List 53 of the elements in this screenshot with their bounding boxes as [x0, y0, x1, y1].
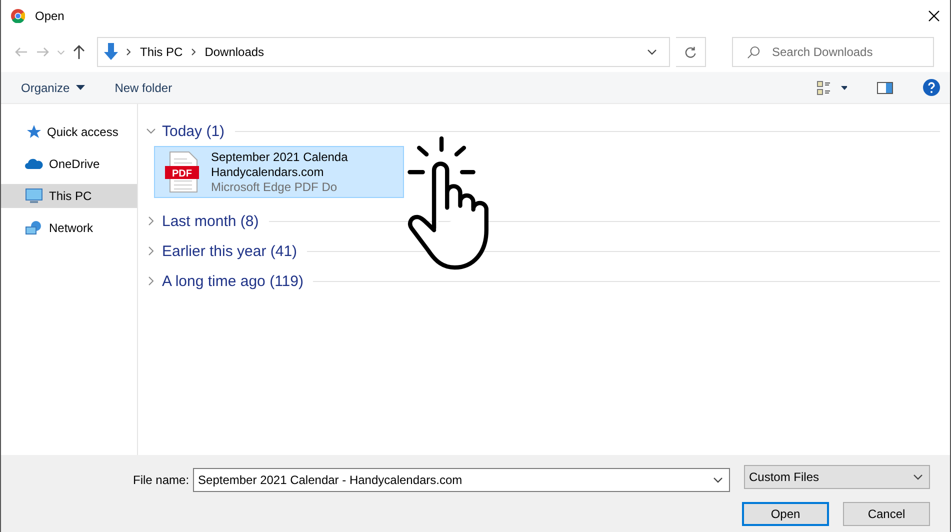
- sidebar-label: Quick access: [47, 125, 118, 139]
- file-name-field[interactable]: September 2021 Calendar - Handycalendars.com: [193, 468, 730, 492]
- dropdown-caret-icon: [647, 49, 657, 55]
- search-icon: [747, 46, 760, 58]
- preview-pane-icon[interactable]: [877, 82, 893, 94]
- chevron-icon: [126, 48, 132, 56]
- caret-icon: [76, 85, 85, 90]
- network-icon: [25, 220, 43, 236]
- cloud-icon: [25, 158, 43, 170]
- browser-logo-icon: [11, 9, 25, 23]
- sidebar-item[interactable]: Quick access: [1, 120, 137, 144]
- breadcrumb[interactable]: This PC: [140, 45, 183, 59]
- file-name: September 2021 Calenda: [211, 150, 348, 164]
- refresh-button[interactable]: [676, 37, 706, 67]
- sidebar-item[interactable]: OneDrive: [1, 152, 137, 176]
- sidebar-label: Network: [49, 221, 94, 235]
- group-header[interactable]: Earlier this year (41): [162, 242, 298, 260]
- file-tile[interactable]: PDF September 2021 Calenda Handycalendars.com Microsoft Edge PDF Do: [154, 146, 404, 198]
- caret-icon: [713, 477, 723, 484]
- window-title: Open: [35, 9, 66, 23]
- sidebar-item[interactable]: Network: [1, 216, 137, 240]
- collapse-chevron-icon[interactable]: [146, 276, 156, 286]
- chevron-icon: [190, 48, 197, 56]
- organize-button[interactable]: Organize: [21, 80, 85, 94]
- collapse-chevron-icon[interactable]: [146, 216, 156, 226]
- refresh-icon: [684, 46, 697, 58]
- file-type: Microsoft Edge PDF Do: [211, 180, 338, 194]
- view-options-icon[interactable]: [817, 80, 847, 94]
- sidebar-item[interactable]: This PC: [1, 184, 137, 208]
- sidebar-label: This PC: [49, 189, 92, 203]
- cancel-button[interactable]: Cancel: [843, 502, 930, 526]
- collapse-chevron-icon[interactable]: [146, 246, 156, 256]
- up-arrow-icon[interactable]: [71, 44, 87, 60]
- file-name: Handycalendars.com: [211, 164, 325, 180]
- group-header[interactable]: Last month (8): [162, 212, 259, 230]
- caret-icon: [913, 474, 923, 480]
- file-name-label: File name:: [133, 473, 190, 488]
- history-caret-icon[interactable]: [57, 50, 65, 54]
- group-header[interactable]: A long time ago (119): [162, 272, 304, 290]
- help-icon[interactable]: [923, 79, 940, 96]
- star-icon: [25, 124, 41, 140]
- file-type-dropdown[interactable]: Custom Files: [744, 465, 930, 489]
- close-icon[interactable]: [928, 10, 940, 22]
- monitor-icon: [25, 188, 43, 204]
- address-bar[interactable]: This PC Downloads: [97, 37, 670, 67]
- search-field[interactable]: Search Downloads: [732, 37, 934, 67]
- expand-chevron-icon[interactable]: [146, 126, 156, 136]
- group-header[interactable]: Today (1): [162, 122, 225, 140]
- open-button[interactable]: Open: [742, 502, 829, 526]
- breadcrumb[interactable]: Downloads: [204, 45, 264, 59]
- sidebar-label: OneDrive: [49, 157, 100, 171]
- new-folder-button[interactable]: New folder: [114, 80, 172, 94]
- download-arrow-icon: [104, 43, 118, 61]
